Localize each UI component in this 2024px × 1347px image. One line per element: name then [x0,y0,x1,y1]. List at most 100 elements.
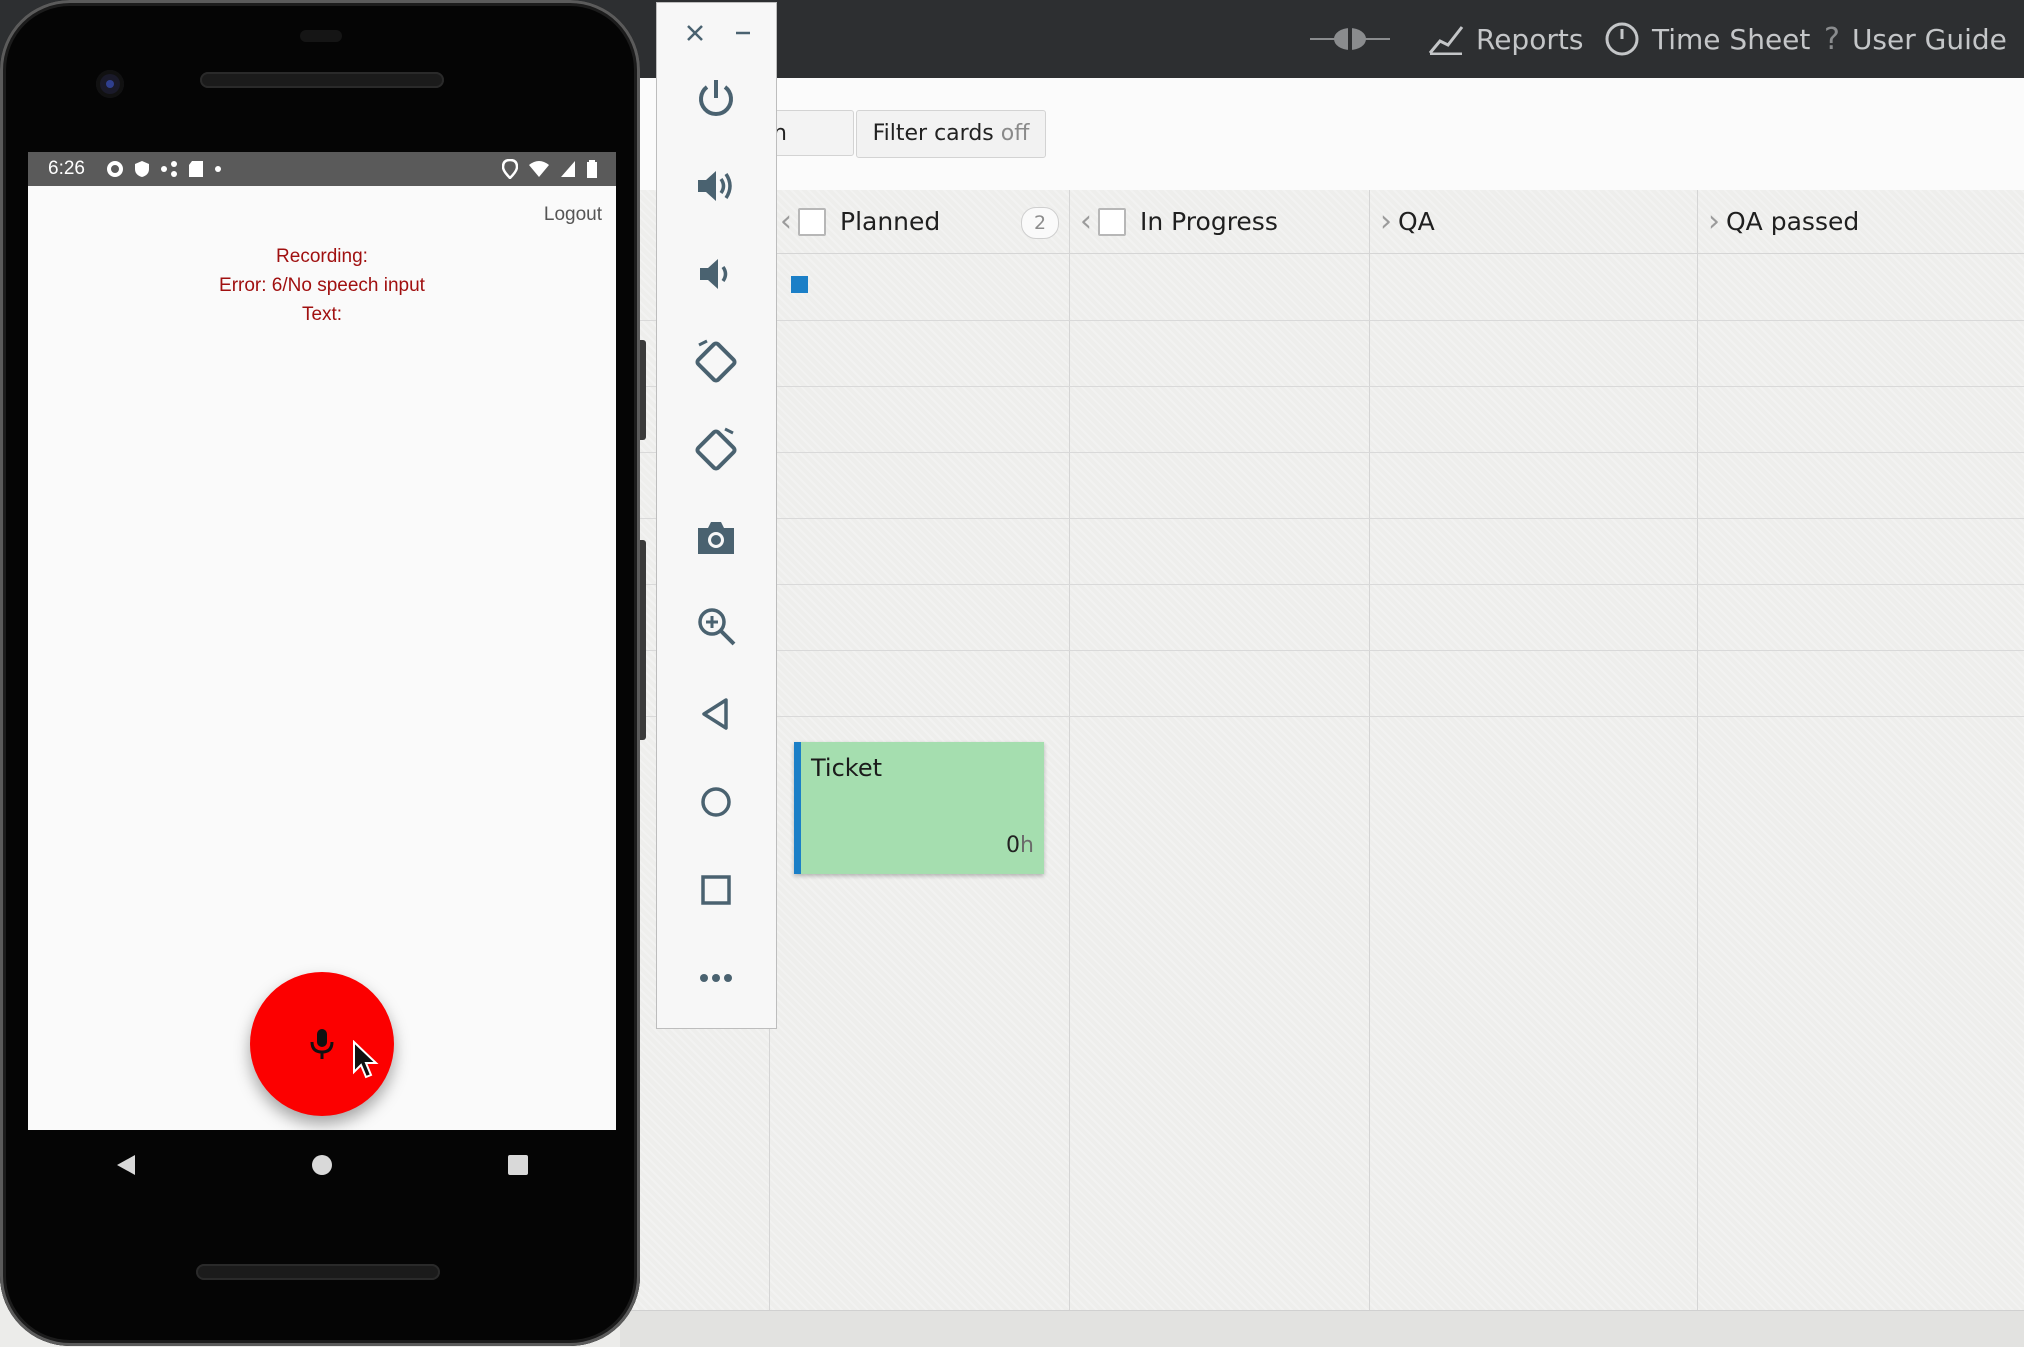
android-navigation-bar [28,1130,616,1200]
home-button[interactable] [683,769,749,835]
lane-divider [620,584,2024,585]
chevron-left-icon[interactable]: ‹ [780,204,792,239]
eye-icon [1310,26,1390,52]
dot-icon [215,166,221,172]
more-icon [700,974,732,982]
status-time: 6:26 [48,158,85,179]
column-in-progress-checkbox[interactable] [1098,207,1126,236]
board-footer [620,1310,2024,1347]
notification-icons [106,160,222,178]
settings-icon [107,161,123,177]
lane-divider [620,518,2024,519]
column-qa-header: › QA [1370,190,1698,254]
lane-divider [620,452,2024,453]
volume-up-icon [698,171,732,201]
column-divider [1369,190,1370,1310]
emulator-toolbar [656,2,777,1029]
zoom-icon [698,608,736,646]
front-camera-icon [96,70,124,98]
ticket-hours-value: 0 [1006,833,1021,858]
sd-card-icon [189,161,203,177]
zoom-button[interactable] [683,593,749,659]
column-divider [1069,190,1070,1310]
volume-down-icon [700,259,728,289]
error-message: Error: 6/No speech input [219,275,425,296]
nav-back-icon[interactable] [113,1152,139,1178]
board-toolbar: h Filter cards off [620,78,2024,191]
close-icon[interactable] [677,15,713,51]
eye-toggle[interactable] [1310,14,1390,64]
shield-icon [135,161,149,177]
share-icon [161,161,177,177]
phone-power-key[interactable] [640,340,646,440]
phone-volume-key[interactable] [640,540,646,740]
wifi-icon [529,161,549,177]
chevron-left-icon[interactable]: ‹ [1080,204,1092,239]
column-planned-checkbox[interactable] [798,207,826,236]
column-in-progress-title: In Progress [1140,207,1278,236]
lane-divider [620,386,2024,387]
lane-marker[interactable] [791,276,808,293]
filter-cards-button[interactable]: Filter cards off [856,110,1046,158]
nav-recents-icon[interactable] [505,1152,531,1178]
userguide-link[interactable]: ? User Guide [1824,14,2007,64]
filter-cards-label: Filter cards [872,121,994,146]
column-qa-passed-header: › QA passed [1698,190,2024,254]
column-planned-title: Planned [840,207,941,236]
home-icon [701,787,731,817]
volume-down-button[interactable] [683,241,749,307]
recording-label: Recording: [276,246,368,267]
earpiece-speaker [200,72,444,88]
ticket-hours-unit: h [1020,833,1034,858]
filter-state: off [1000,121,1030,146]
column-planned-header: ‹ Planned 2 [770,190,1070,254]
overview-icon [701,875,731,905]
chevron-right-icon[interactable]: › [1708,204,1720,239]
reports-link[interactable]: Reports [1428,14,1583,64]
rotate-right-button[interactable] [683,417,749,483]
battery-icon [587,160,597,178]
rotate-left-button[interactable] [683,329,749,395]
camera-icon [698,522,734,554]
volume-up-button[interactable] [683,153,749,219]
status-bar: 6:26 [28,152,616,186]
recognized-text-label: Text: [301,304,343,325]
power-icon [699,80,733,116]
column-qa-passed-title: QA passed [1726,207,1860,236]
clock-icon [1605,22,1639,56]
location-icon [502,159,518,179]
minimize-icon[interactable] [725,15,761,51]
power-button[interactable] [683,65,749,131]
rotate-left-icon [695,339,737,383]
overview-button[interactable] [683,857,749,923]
mouse-cursor-icon [353,1040,379,1079]
logout-button[interactable]: Logout [544,204,602,226]
more-button[interactable] [683,945,749,1011]
ticket-card[interactable]: Ticket 0h [794,742,1044,874]
lane-divider [620,650,2024,651]
back-button[interactable] [683,681,749,747]
signal-icon [561,161,575,177]
column-qa-title: QA [1398,207,1435,236]
timesheet-link[interactable]: Time Sheet [1604,14,1810,64]
phone-screen: 6:26 Logout Recording: Error: 6/No speec… [28,152,616,1130]
reports-label: Reports [1476,22,1584,56]
question-icon: ? [1824,21,1840,57]
nav-home-icon[interactable] [309,1152,335,1178]
chevron-right-icon[interactable]: › [1380,204,1392,239]
system-icons [502,159,598,179]
ticket-title: Ticket [811,754,883,782]
lane-divider [620,716,2024,717]
microphone-icon [310,1029,334,1059]
ticket-hours: 0h [1006,833,1034,858]
lane-divider [620,320,2024,321]
column-divider [1697,190,1698,1310]
proximity-sensor [300,30,342,42]
back-icon [702,698,728,730]
rotate-right-icon [695,427,737,471]
screenshot-button[interactable] [683,505,749,571]
userguide-label: User Guide [1851,22,2007,56]
bottom-speaker [196,1264,440,1280]
column-in-progress-header: ‹ In Progress [1070,190,1370,254]
timesheet-label: Time Sheet [1652,22,1811,56]
